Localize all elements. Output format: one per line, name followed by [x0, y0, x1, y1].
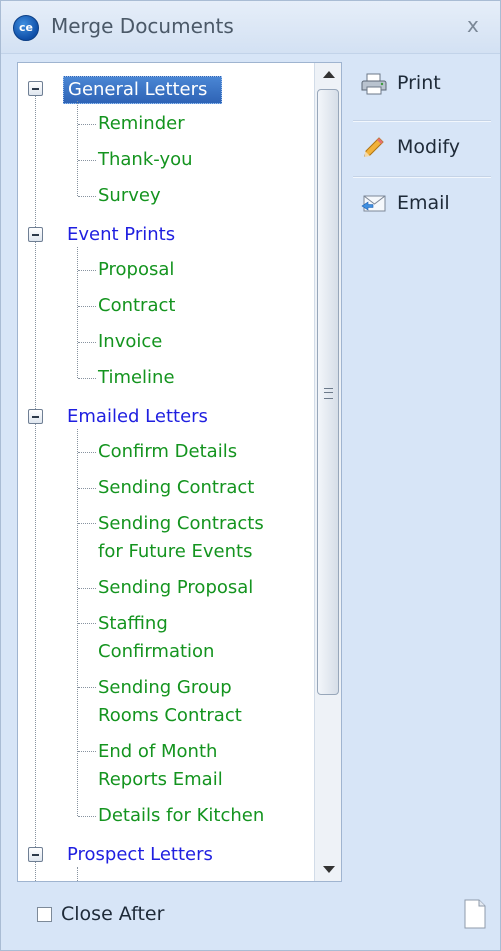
email-button[interactable]: Email [353, 182, 493, 226]
tree-item-label[interactable]: Proposal [98, 256, 174, 284]
collapse-toggle-icon[interactable] [28, 409, 43, 424]
tree-scrollbar[interactable] [314, 63, 341, 881]
title-bar: ce Merge Documents x [1, 1, 500, 54]
app-logo-text: ce [19, 21, 33, 34]
tree-connector [77, 429, 78, 816]
tree-item-label[interactable]: Survey [98, 182, 161, 210]
footer-bar: Close After [17, 891, 491, 939]
tree-connector [77, 867, 78, 881]
tree-item[interactable]: Sending Contract [78, 471, 312, 507]
tree-item-label[interactable]: Invoice [98, 328, 162, 356]
tree-connector [77, 101, 78, 196]
print-label: Print [397, 72, 441, 94]
tree-group-label[interactable]: Prospect Letters [63, 842, 217, 868]
tree-item[interactable]: Sending Group Rooms Contract [78, 671, 312, 735]
tree-item[interactable]: Invoice [78, 325, 312, 361]
tree-item[interactable]: Timeline [78, 361, 312, 397]
app-logo-icon: ce [13, 15, 39, 41]
email-icon [361, 195, 386, 212]
tree-item[interactable]: Sending Contracts for Future Events [78, 507, 312, 571]
tree-group-label[interactable]: Event Prints [63, 222, 179, 248]
close-after-label[interactable]: Close After [61, 903, 164, 925]
document-tree[interactable]: General Letters Reminder Thank-you Survey Ev… [18, 63, 312, 881]
tree-group[interactable]: General Letters [18, 71, 312, 105]
tree-group[interactable]: Event Prints [18, 217, 312, 251]
window-title: Merge Documents [51, 14, 234, 38]
tree-item[interactable]: Staffing Confirmation [78, 607, 312, 671]
modify-button[interactable]: Modify [353, 126, 493, 170]
scroll-down-arrow-icon[interactable] [315, 857, 341, 881]
tree-group[interactable]: Emailed Letters [18, 399, 312, 433]
tree-item-label[interactable]: Reminder [98, 110, 185, 138]
tree-item-label[interactable]: Sending Group Rooms Contract [98, 674, 242, 730]
tree-item[interactable]: Confirm Details [78, 435, 312, 471]
tree-item[interactable]: Sending Proposal [78, 571, 312, 607]
tree-group-label[interactable]: General Letters [63, 76, 223, 104]
tree-item-label[interactable]: End of Month Reports Email [98, 738, 223, 794]
collapse-toggle-icon[interactable] [28, 81, 43, 96]
tree-item-label[interactable]: Timeline [98, 364, 175, 392]
document-icon[interactable] [463, 899, 487, 929]
tree-item[interactable]: Proposal [78, 253, 312, 289]
collapse-toggle-icon[interactable] [28, 227, 43, 242]
tree-group-label[interactable]: Emailed Letters [63, 404, 212, 430]
tree-connector [35, 862, 36, 881]
scroll-grip-icon [324, 388, 333, 399]
tree-connector [35, 424, 36, 847]
tree-item[interactable]: End of Month Reports Email [78, 735, 312, 799]
tree-item-label[interactable]: Sending Contracts for Future Events [98, 510, 264, 566]
tree-connector [35, 242, 36, 409]
pencil-icon [364, 137, 384, 157]
tree-item-label[interactable]: Details for Kitchen [98, 802, 264, 830]
tree-group[interactable]: Prospect Letters [18, 837, 312, 871]
modify-label: Modify [397, 136, 460, 158]
tree-item[interactable]: Details for Kitchen [78, 799, 312, 835]
tree-connector [35, 96, 36, 227]
tree-connector [77, 247, 78, 378]
tree-item-label[interactable]: Thank-you [98, 146, 193, 174]
action-separator [353, 120, 491, 122]
tree-item[interactable]: Survey [78, 179, 312, 215]
tree-item-label[interactable]: Sending Proposal [98, 574, 253, 602]
scroll-thumb[interactable] [317, 89, 339, 695]
scroll-up-arrow-icon[interactable] [315, 63, 341, 87]
tree-item[interactable]: Contract [78, 289, 312, 325]
tree-item-label[interactable]: Confirm Details [98, 438, 237, 466]
document-tree-panel: General Letters Reminder Thank-you Survey Ev… [17, 62, 342, 882]
print-button[interactable]: Print [353, 62, 493, 106]
tree-item-label[interactable]: Sending Contract [98, 474, 254, 502]
printer-icon [361, 73, 387, 95]
tree-item-label[interactable]: Contract [98, 292, 175, 320]
tree-item-label[interactable]: Staffing Confirmation [98, 610, 214, 666]
close-after-checkbox[interactable] [37, 907, 52, 922]
email-label: Email [397, 192, 450, 214]
action-separator [353, 176, 491, 178]
merge-documents-window: ce Merge Documents x General Letters Remi… [0, 0, 501, 951]
tree-item[interactable]: Reminder [78, 107, 312, 143]
collapse-toggle-icon[interactable] [28, 847, 43, 862]
tree-item[interactable]: Thank-you [78, 143, 312, 179]
close-icon[interactable]: x [467, 13, 479, 37]
